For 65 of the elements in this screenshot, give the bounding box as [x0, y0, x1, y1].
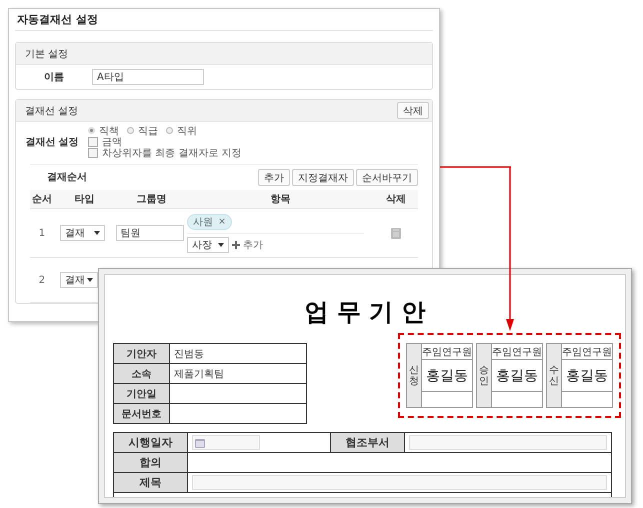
add-link[interactable]: 추가: [243, 238, 264, 252]
caret-icon: [94, 231, 100, 235]
approval-label: 수신: [547, 344, 562, 407]
radio-button[interactable]: [166, 127, 173, 134]
caret-icon: [218, 242, 224, 246]
delete-button[interactable]: 삭제: [397, 102, 429, 119]
label-cell: 합의: [114, 453, 188, 472]
position-cell: 주임연구원: [422, 344, 472, 360]
approval-label: 신청: [407, 344, 422, 407]
plus-icon: [232, 240, 240, 248]
type-select[interactable]: 결재: [60, 225, 105, 241]
checkbox[interactable]: [88, 136, 98, 146]
table-cell-text: 진범동: [173, 348, 205, 362]
leader-line: [440, 166, 511, 168]
column-header: 삭제: [385, 193, 408, 206]
checkbox-label: 금액: [102, 136, 122, 148]
toolbar-button[interactable]: 순서바꾸기: [356, 168, 418, 186]
order-label: 결재순서: [47, 171, 87, 184]
radio-label: 직급: [138, 124, 158, 138]
toolbar-button[interactable]: 추가: [258, 168, 290, 186]
label-cell: 문서번호: [114, 404, 170, 423]
position-cell: 주임연구원: [562, 344, 612, 360]
checkbox-label: 차상위자를 최종 결재자로 지정: [102, 146, 242, 160]
column-header: 항목: [270, 193, 292, 206]
caret-icon: [86, 278, 93, 282]
label-cell: 협조부서: [331, 433, 405, 452]
column-header: 타입: [74, 193, 96, 206]
section-title: 기본 설정: [25, 48, 68, 60]
text-field[interactable]: [409, 435, 607, 450]
remove-button[interactable]: ×: [218, 216, 226, 226]
trash-icon[interactable]: [391, 228, 402, 238]
column-header: 순서: [30, 193, 53, 206]
chip-label: 사원: [193, 216, 214, 228]
window-title: 자동결재선 설정: [15, 9, 433, 31]
label-cell: 시행일자: [114, 433, 188, 452]
label-cell: 제목: [114, 473, 188, 492]
approver-name: 홍길동: [422, 360, 472, 392]
checkbox[interactable]: [88, 148, 98, 158]
calendar-icon: [195, 438, 205, 448]
label-cell: 기안일: [114, 384, 170, 403]
approver-name: 홍길동: [562, 360, 612, 392]
date-field[interactable]: [192, 435, 260, 450]
toolbar-button[interactable]: 지정결재자: [292, 168, 354, 186]
field-label: 결재선 설정: [24, 136, 80, 148]
field-label: 이름: [43, 71, 65, 84]
label-cell: 기안자: [114, 344, 170, 363]
item-select[interactable]: 사장: [187, 236, 230, 252]
approval-label: 승인: [477, 344, 492, 407]
document-title: 업 무 기 안: [303, 297, 427, 327]
text-field[interactable]: [192, 475, 607, 490]
column-header: 그룹명: [135, 193, 168, 206]
radio-label: 직책: [99, 124, 119, 138]
group-input[interactable]: 팀원: [116, 225, 184, 241]
section-title: 결재선 설정: [25, 104, 78, 118]
position-cell: 주임연구원: [492, 344, 542, 360]
radio-label: 직위: [177, 124, 197, 138]
name-input[interactable]: A타입: [92, 69, 204, 85]
type-select[interactable]: 결재: [60, 272, 98, 288]
radio-button[interactable]: [127, 127, 134, 134]
table-cell-text: 제품기획팀: [173, 368, 225, 382]
table-cell-text: 2: [38, 274, 46, 286]
approver-name: 홍길동: [492, 360, 542, 392]
label-cell: 소속: [114, 364, 170, 383]
table-cell-text: 1: [38, 228, 46, 238]
radio-button[interactable]: [88, 127, 95, 134]
